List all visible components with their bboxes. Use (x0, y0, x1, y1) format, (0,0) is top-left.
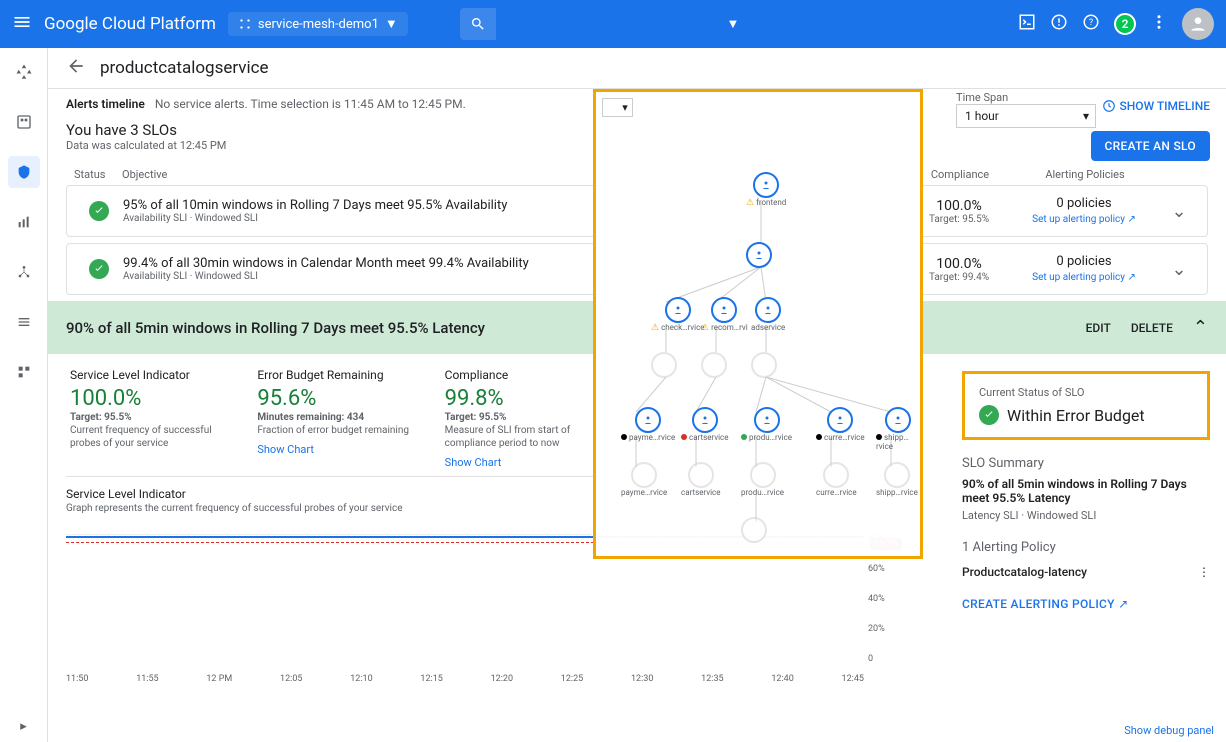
rail-services-icon[interactable] (8, 156, 40, 188)
policy-name[interactable]: Productcatalog-latency (962, 565, 1087, 579)
show-timeline-link[interactable]: SHOW TIMELINE (1102, 99, 1210, 113)
rail-grid-icon[interactable] (8, 356, 40, 388)
rail-topology-icon[interactable] (8, 256, 40, 288)
check-icon (979, 405, 999, 425)
alerts-label: Alerts timeline (66, 97, 145, 111)
summary-title: 90% of all 5min windows in Rolling 7 Day… (962, 477, 1210, 505)
project-name: service-mesh-demo1 (258, 17, 379, 32)
search-bar[interactable] (460, 8, 715, 40)
summary-heading: SLO Summary (962, 456, 1210, 471)
more-icon[interactable] (1150, 13, 1168, 35)
summary-sub: Latency SLI · Windowed SLI (962, 509, 1210, 522)
search-dropdown-icon[interactable]: ▼ (726, 16, 739, 32)
slo-status-card: Current Status of SLO Within Error Budge… (962, 371, 1210, 440)
rail-expand-icon[interactable]: ▸ (20, 719, 27, 734)
chevron-down-icon: ▼ (385, 16, 398, 32)
edit-button[interactable]: EDIT (1086, 321, 1111, 335)
chart-title: Service Level Indicator (66, 487, 606, 501)
show-chart-link[interactable]: Show Chart (257, 443, 314, 456)
setup-policy-link[interactable]: Set up alerting policy ↗ (1032, 214, 1136, 225)
show-chart-link[interactable]: Show Chart (445, 456, 502, 469)
brand-label: Google Cloud Platform (44, 14, 216, 34)
timespan-selector[interactable]: Time Span 1 hour (956, 91, 1096, 128)
timespan-value[interactable]: 1 hour (956, 104, 1096, 128)
expand-icon[interactable]: ⌄ (1159, 259, 1199, 280)
cloud-shell-icon[interactable] (1018, 13, 1036, 35)
project-selector[interactable]: service-mesh-demo1 ▼ (228, 12, 408, 36)
notifications-icon[interactable] (1050, 13, 1068, 35)
rail-list-icon[interactable] (8, 306, 40, 338)
page-title: productcatalogservice (100, 58, 269, 78)
top-bar: Google Cloud Platform service-mesh-demo1… (0, 0, 1226, 48)
alerts-text: No service alerts. Time selection is 11:… (155, 97, 466, 111)
avatar[interactable] (1182, 8, 1214, 40)
right-panel: Current Status of SLO Within Error Budge… (946, 371, 1226, 612)
search-icon[interactable] (460, 8, 496, 40)
check-icon (89, 201, 109, 221)
chart-subtitle: Graph represents the current frequency o… (66, 503, 606, 514)
collapse-icon[interactable]: ⌃ (1193, 317, 1208, 338)
help-icon[interactable]: ? (1082, 13, 1100, 35)
topology-graph[interactable]: frontend check…rvice recom…rvi adservice… (593, 89, 923, 559)
alerting-heading: 1 Alerting Policy (962, 540, 1210, 555)
more-icon[interactable]: ⋮ (1198, 565, 1210, 579)
debug-panel-link[interactable]: Show debug panel (1124, 724, 1214, 737)
rail-metrics-icon[interactable] (8, 206, 40, 238)
menu-icon[interactable] (12, 12, 32, 36)
svg-text:?: ? (1089, 18, 1093, 28)
timespan-label: Time Span (956, 91, 1096, 104)
delete-button[interactable]: DELETE (1131, 321, 1173, 335)
create-slo-button[interactable]: CREATE AN SLO (1091, 131, 1210, 161)
create-alerting-policy-link[interactable]: CREATE ALERTING POLICY ↗ (962, 597, 1128, 611)
check-icon (89, 259, 109, 279)
expand-icon[interactable]: ⌄ (1159, 201, 1199, 222)
left-rail: ▸ (0, 48, 48, 742)
rail-anthos-icon[interactable] (8, 56, 40, 88)
gift-badge[interactable]: 2 (1114, 13, 1136, 35)
back-arrow-icon[interactable] (66, 56, 86, 80)
rail-dashboards-icon[interactable] (8, 106, 40, 138)
setup-policy-link[interactable]: Set up alerting policy ↗ (1032, 272, 1136, 283)
